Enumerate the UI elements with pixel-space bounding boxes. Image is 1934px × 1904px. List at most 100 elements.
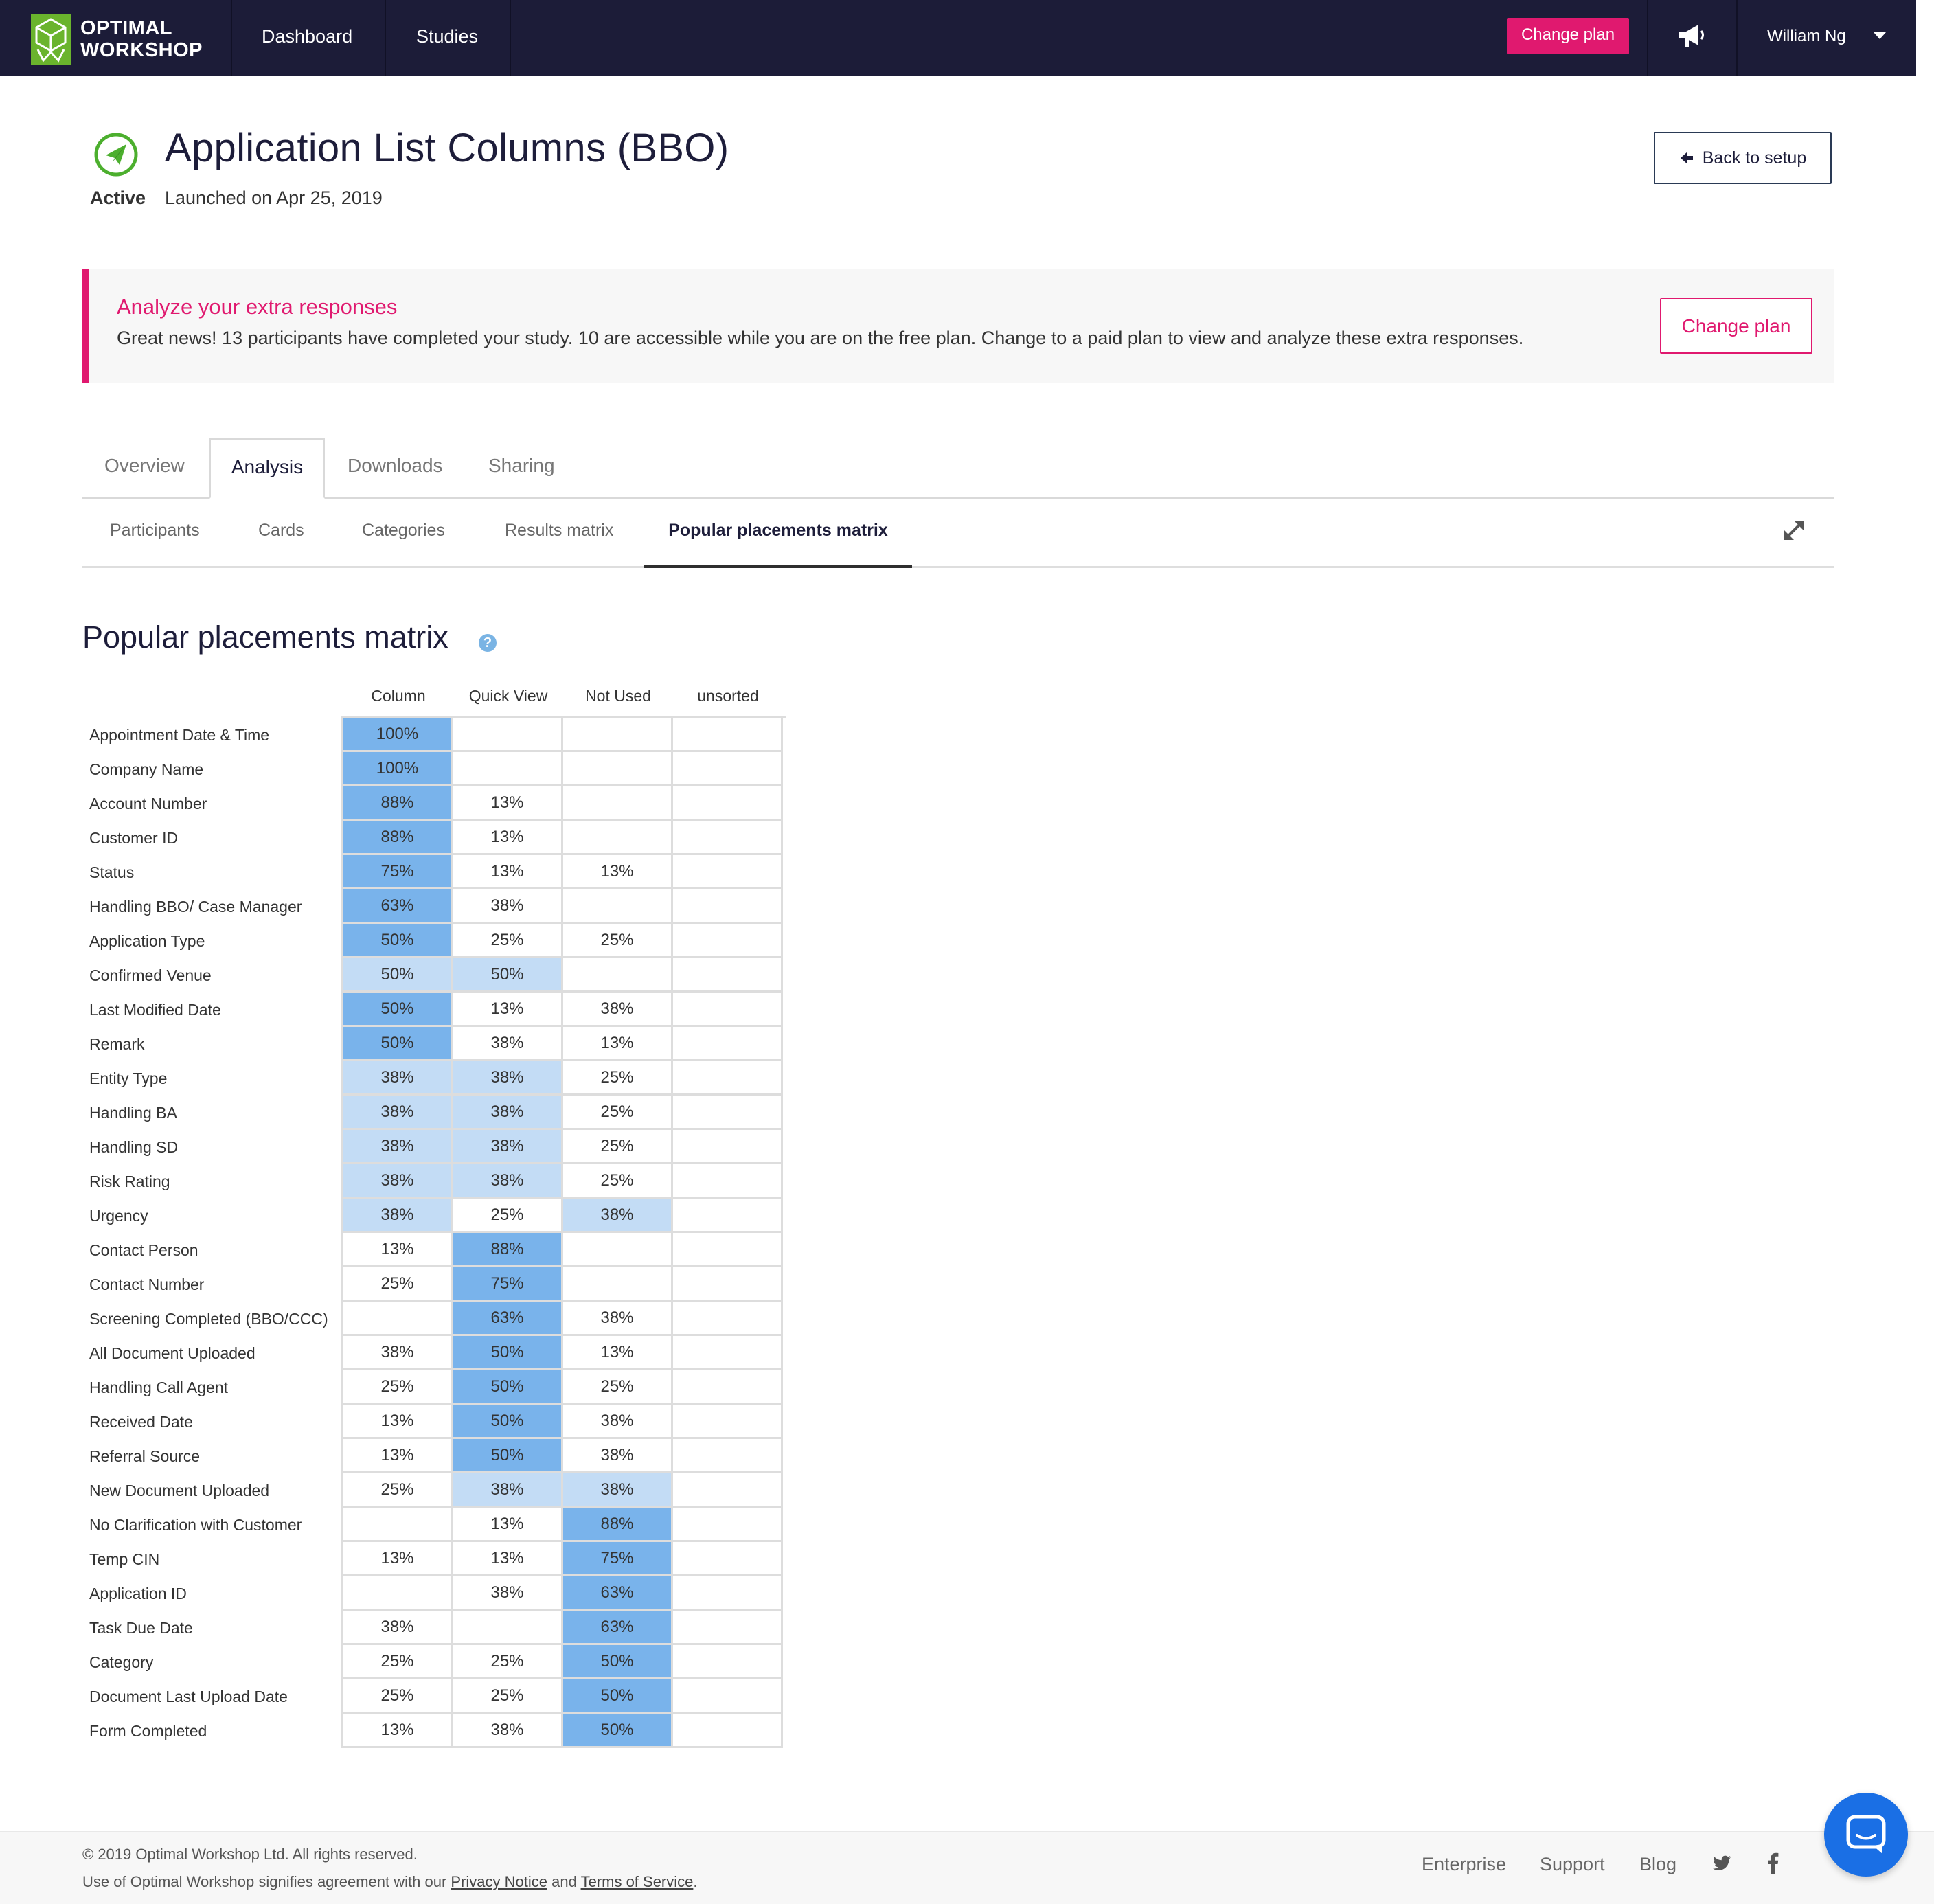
row-label: Handling SD — [89, 1138, 179, 1156]
optimal-workshop-logo-icon — [31, 14, 71, 65]
footer: © 2019 Optimal Workshop Ltd. All rights … — [0, 1831, 1934, 1904]
subtab-popular-placements-matrix[interactable]: Popular placements matrix — [644, 499, 912, 568]
tab-overview[interactable]: Overview — [104, 438, 185, 497]
change-plan-nav-button[interactable]: Change plan — [1507, 18, 1629, 54]
brand-logo[interactable]: OPTIMAL WORKSHOP — [31, 14, 203, 65]
nav-divider — [510, 0, 511, 76]
banner-title: Analyze your extra responses — [117, 295, 398, 319]
matrix-cell — [673, 1508, 783, 1542]
matrix-cell — [673, 718, 783, 752]
caret-down-icon[interactable] — [1874, 32, 1886, 39]
terms-of-service-link[interactable]: Terms of Service — [581, 1873, 694, 1890]
matrix-cell — [673, 1576, 783, 1611]
matrix-cell: 13% — [343, 1405, 453, 1439]
matrix-cell: 50% — [453, 1370, 563, 1405]
matrix-cell: 100% — [343, 752, 453, 786]
row-label: Contact Person — [89, 1241, 198, 1259]
subtab-cards[interactable]: Cards — [258, 499, 304, 566]
tab-sharing[interactable]: Sharing — [488, 438, 555, 497]
row-label: Form Completed — [89, 1722, 207, 1740]
row-label: Handling Call Agent — [89, 1379, 229, 1396]
privacy-notice-link[interactable]: Privacy Notice — [451, 1873, 547, 1890]
matrix-cell: 63% — [453, 1302, 563, 1336]
footer-support-link[interactable]: Support — [1540, 1854, 1605, 1875]
matrix-cell — [673, 1267, 783, 1302]
matrix-cell: 75% — [343, 855, 453, 889]
matrix-cell — [453, 752, 563, 786]
matrix-cell: 13% — [343, 1542, 453, 1576]
matrix-cell — [563, 1233, 673, 1267]
matrix-cell — [673, 1096, 783, 1130]
nav-dashboard-link[interactable]: Dashboard — [262, 0, 352, 76]
status-label: Active — [90, 188, 146, 208]
tab-downloads[interactable]: Downloads — [348, 438, 443, 497]
matrix-cell — [673, 1405, 783, 1439]
matrix-cell — [673, 1336, 783, 1370]
matrix-cell: 50% — [563, 1714, 673, 1748]
matrix-cell: 50% — [453, 1439, 563, 1473]
matrix-cell: 25% — [453, 1679, 563, 1714]
matrix-cell — [453, 1611, 563, 1645]
matrix-cell: 38% — [453, 1576, 563, 1611]
row-label: Document Last Upload Date — [89, 1688, 288, 1705]
legal-suffix: . — [693, 1873, 698, 1890]
matrix-cell — [673, 855, 783, 889]
matrix-cell: 13% — [343, 1439, 453, 1473]
page-title: Application List Columns (BBO) — [165, 126, 729, 170]
row-label: Task Due Date — [89, 1619, 193, 1637]
tab-analysis[interactable]: Analysis — [209, 438, 325, 499]
back-to-setup-button[interactable]: Back to setup — [1654, 132, 1832, 184]
matrix-cell — [673, 1542, 783, 1576]
row-label: Application ID — [89, 1585, 187, 1602]
matrix-cell: 25% — [343, 1679, 453, 1714]
row-label: Referral Source — [89, 1447, 201, 1465]
matrix-cell: 38% — [343, 1611, 453, 1645]
expand-icon[interactable] — [1780, 517, 1808, 544]
matrix-cell — [673, 1164, 783, 1199]
matrix-cell — [673, 889, 783, 924]
subtab-participants[interactable]: Participants — [110, 499, 200, 566]
matrix-cell — [563, 718, 673, 752]
megaphone-icon[interactable] — [1676, 22, 1707, 49]
copyright-text: © 2019 Optimal Workshop Ltd. All rights … — [82, 1846, 418, 1863]
matrix-cell — [673, 1611, 783, 1645]
help-icon[interactable]: ? — [479, 634, 497, 652]
matrix-cell: 63% — [343, 889, 453, 924]
footer-enterprise-link[interactable]: Enterprise — [1422, 1854, 1506, 1875]
matrix-cell: 25% — [453, 1199, 563, 1233]
change-plan-banner-button[interactable]: Change plan — [1660, 298, 1812, 354]
matrix-cell: 25% — [563, 1061, 673, 1096]
facebook-icon[interactable] — [1762, 1852, 1784, 1874]
twitter-icon[interactable] — [1710, 1852, 1732, 1874]
row-label: Risk Rating — [89, 1172, 170, 1190]
matrix-cell: 38% — [563, 993, 673, 1027]
main-tabs: Overview Analysis Downloads Sharing — [82, 438, 1834, 499]
matrix-cell: 38% — [563, 1473, 673, 1508]
row-label: Account Number — [89, 795, 207, 813]
matrix-cell: 88% — [343, 821, 453, 855]
brand-line-2: WORKSHOP — [80, 39, 203, 61]
matrix-cell: 25% — [343, 1267, 453, 1302]
matrix-cell — [343, 1508, 453, 1542]
back-to-setup-label: Back to setup — [1702, 148, 1807, 168]
matrix-cell — [563, 786, 673, 821]
user-menu[interactable]: William Ng — [1767, 0, 1846, 76]
matrix-cell: 88% — [563, 1508, 673, 1542]
footer-blog-link[interactable]: Blog — [1639, 1854, 1676, 1875]
matrix-cell — [673, 993, 783, 1027]
matrix-cell — [453, 718, 563, 752]
matrix-cell: 25% — [563, 1370, 673, 1405]
row-label: Received Date — [89, 1413, 193, 1431]
nav-studies-link[interactable]: Studies — [416, 0, 478, 76]
matrix-cell: 38% — [453, 1130, 563, 1164]
matrix-cell: 25% — [453, 1645, 563, 1679]
subtab-categories[interactable]: Categories — [362, 499, 445, 566]
chat-launcher-button[interactable] — [1824, 1793, 1908, 1877]
matrix-cell: 25% — [453, 924, 563, 958]
matrix-cell: 13% — [453, 855, 563, 889]
matrix-cell: 38% — [453, 1061, 563, 1096]
matrix-cell: 25% — [563, 1130, 673, 1164]
matrix-cell — [343, 1576, 453, 1611]
nav-divider — [1736, 0, 1738, 76]
subtab-results-matrix[interactable]: Results matrix — [505, 499, 613, 566]
